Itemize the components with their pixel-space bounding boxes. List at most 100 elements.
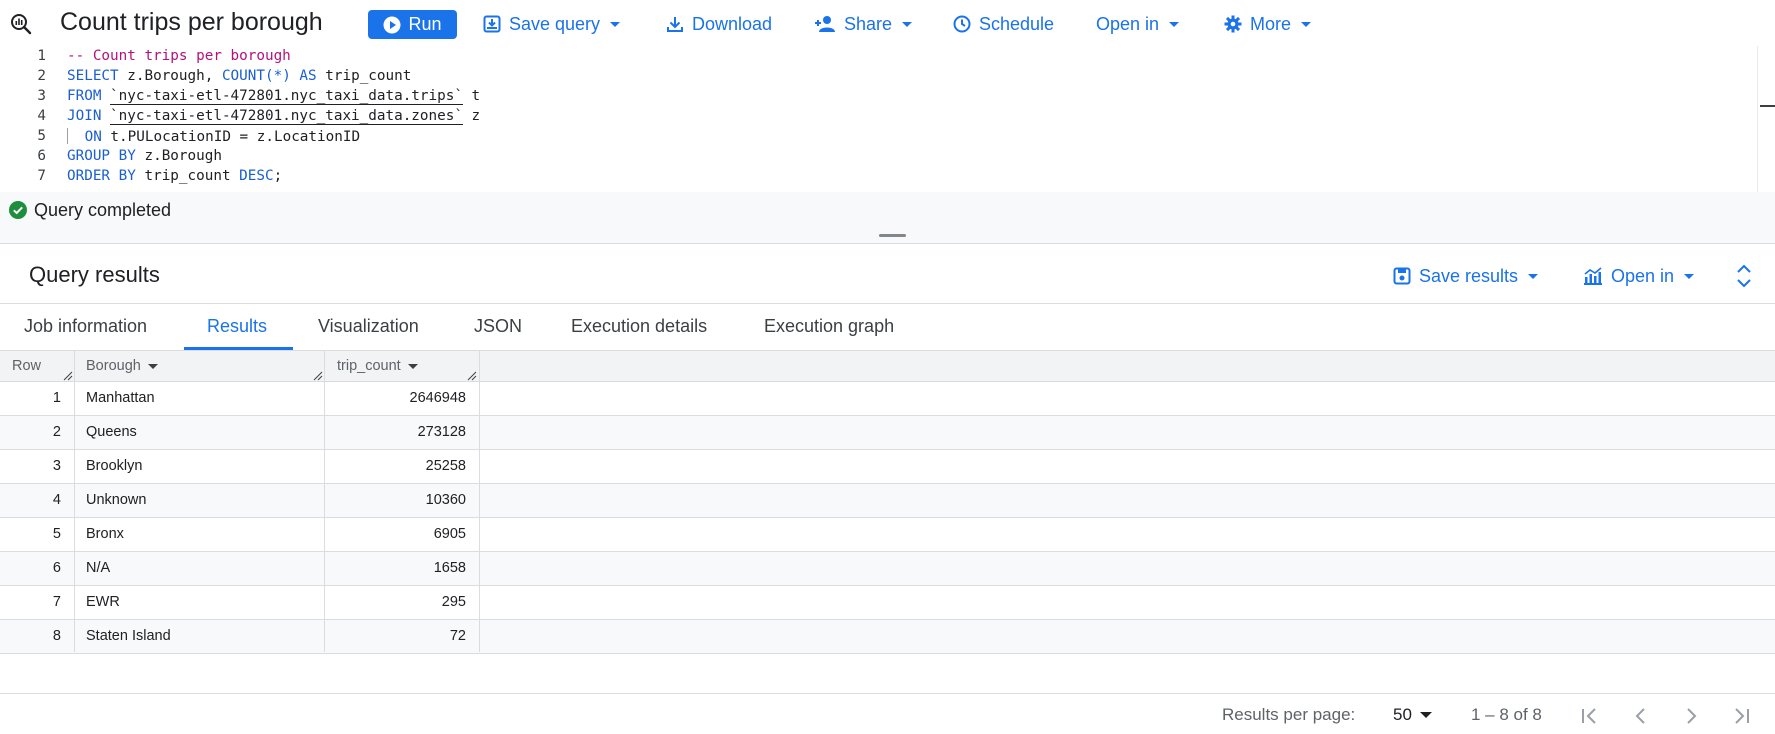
code-line[interactable]: 2 SELECT z.Borough, COUNT(*) AS trip_cou…	[0, 68, 1760, 88]
column-divider	[74, 351, 75, 652]
pane-resize-handle[interactable]	[879, 234, 906, 237]
divider	[0, 303, 1775, 304]
trip-count-cell[interactable]: 295	[330, 594, 466, 610]
row-number: 1	[52, 390, 61, 406]
column-resize-icon[interactable]	[63, 371, 73, 381]
trip-count-cell[interactable]: 25258	[330, 458, 466, 474]
open-in-results-label: Open in	[1611, 265, 1675, 286]
last-page-icon[interactable]	[1730, 704, 1752, 728]
code-line[interactable]: 5 ON t.PULocationID = z.LocationID	[0, 128, 1760, 148]
tab-execution-details[interactable]: Execution details	[571, 316, 707, 337]
table-reference[interactable]: `nyc-taxi-etl-472801.nyc_taxi_data.zones…	[110, 108, 463, 125]
sql-keyword: AS	[290, 68, 317, 84]
table-reference[interactable]: `nyc-taxi-etl-472801.nyc_taxi_data.trips…	[110, 88, 463, 105]
chevron-down-icon	[902, 21, 913, 27]
more-button[interactable]: More	[1224, 10, 1312, 38]
code-line[interactable]: 4 JOIN `nyc-taxi-etl-472801.nyc_taxi_dat…	[0, 108, 1760, 128]
sql-editor[interactable]: 1 -- Count trips per borough 2 SELECT z.…	[0, 46, 1775, 192]
borough-cell[interactable]: Staten Island	[86, 628, 171, 644]
tab-visualization[interactable]: Visualization	[318, 316, 419, 337]
open-in-button[interactable]: Open in	[1096, 10, 1180, 38]
trip-count-cell[interactable]: 1658	[330, 560, 466, 576]
divider	[0, 693, 1775, 694]
trip-count-cell[interactable]: 273128	[330, 424, 466, 440]
next-page-icon[interactable]	[1680, 704, 1702, 728]
chevron-down-icon	[1301, 21, 1312, 27]
first-page-icon[interactable]	[1579, 704, 1601, 728]
borough-cell[interactable]: Queens	[86, 424, 137, 440]
chevron-down-icon	[1684, 273, 1695, 279]
tab-job-information[interactable]: Job information	[24, 316, 147, 337]
sql-text: z.Borough,	[118, 68, 222, 84]
overview-ruler-marker	[1760, 105, 1775, 107]
trip-count-cell[interactable]: 2646948	[330, 390, 466, 406]
run-button[interactable]: Run	[368, 10, 457, 39]
check-circle-icon	[9, 201, 27, 219]
tab-results[interactable]: Results	[207, 316, 267, 337]
table-row[interactable]: 8 Staten Island 72	[0, 620, 1775, 654]
save-query-button[interactable]: Save query	[483, 10, 621, 38]
table-row[interactable]: 7 EWR 295	[0, 586, 1775, 620]
borough-cell[interactable]: EWR	[86, 594, 120, 610]
open-in-results-button[interactable]: Open in	[1583, 262, 1695, 290]
save-results-button[interactable]: Save results	[1393, 262, 1539, 290]
trip-count-cell[interactable]: 72	[330, 628, 466, 644]
share-button[interactable]: Share	[814, 10, 913, 38]
row-number: 3	[52, 458, 61, 474]
more-label: More	[1250, 13, 1292, 34]
sql-keyword: GROUP BY	[67, 148, 136, 164]
sql-text: z.Borough	[135, 148, 222, 164]
sql-keyword: DESC	[239, 168, 274, 184]
column-header-borough[interactable]: Borough	[86, 358, 158, 374]
sort-menu-icon[interactable]	[147, 363, 158, 369]
table-row[interactable]: 6 N/A 1658	[0, 552, 1775, 586]
sql-text: trip_count	[316, 68, 412, 84]
borough-cell[interactable]: Bronx	[86, 526, 124, 542]
prev-page-icon[interactable]	[1630, 704, 1652, 728]
download-icon	[667, 17, 683, 32]
sql-text: z	[462, 108, 481, 124]
table-row[interactable]: 2 Queens 273128	[0, 416, 1775, 450]
column-divider	[324, 351, 325, 652]
borough-cell[interactable]: Unknown	[86, 492, 146, 508]
editor-scrollbar[interactable]	[1757, 46, 1758, 192]
download-button[interactable]: Download	[666, 10, 772, 38]
sql-keyword: FROM	[67, 88, 102, 104]
query-title[interactable]: Count trips per borough	[60, 8, 323, 37]
row-number: 5	[52, 526, 61, 542]
run-label: Run	[408, 14, 442, 34]
expand-collapse-icon[interactable]	[1735, 263, 1753, 289]
borough-cell[interactable]: N/A	[86, 560, 110, 576]
row-number: 4	[52, 492, 61, 508]
sql-keyword: ON	[84, 129, 102, 145]
table-row[interactable]: 5 Bronx 6905	[0, 518, 1775, 552]
schedule-button[interactable]: Schedule	[953, 10, 1054, 38]
table-row[interactable]: 1 Manhattan 2646948	[0, 382, 1775, 416]
trip-count-cell[interactable]: 10360	[330, 492, 466, 508]
column-resize-icon[interactable]	[467, 371, 477, 381]
tab-execution-graph[interactable]: Execution graph	[764, 316, 894, 337]
borough-cell[interactable]: Brooklyn	[86, 458, 142, 474]
sql-keyword: ORDER BY	[67, 168, 136, 184]
line-number: 7	[37, 168, 46, 184]
tab-json[interactable]: JSON	[474, 316, 522, 337]
column-header-row: Row	[12, 358, 41, 374]
table-row[interactable]: 4 Unknown 10360	[0, 484, 1775, 518]
code-line[interactable]: 1 -- Count trips per borough	[0, 48, 1760, 68]
sort-menu-icon[interactable]	[407, 363, 418, 369]
code-line[interactable]: 7 ORDER BY trip_count DESC;	[0, 168, 1760, 188]
column-resize-icon[interactable]	[313, 371, 323, 381]
column-header-trip-count[interactable]: trip_count	[337, 358, 418, 374]
results-per-page-select[interactable]: 50	[1393, 705, 1432, 725]
code-line[interactable]: 3 FROM `nyc-taxi-etl-472801.nyc_taxi_dat…	[0, 88, 1760, 108]
save-icon	[483, 15, 501, 33]
table-row[interactable]: 3 Brooklyn 25258	[0, 450, 1775, 484]
gear-icon	[1224, 15, 1242, 33]
row-number: 8	[52, 628, 61, 644]
column-header-label: Borough	[86, 358, 141, 374]
borough-cell[interactable]: Manhattan	[86, 390, 155, 406]
sql-comment: -- Count trips per borough	[67, 48, 291, 64]
line-number: 5	[37, 128, 46, 144]
code-line[interactable]: 6 GROUP BY z.Borough	[0, 148, 1760, 168]
trip-count-cell[interactable]: 6905	[330, 526, 466, 542]
